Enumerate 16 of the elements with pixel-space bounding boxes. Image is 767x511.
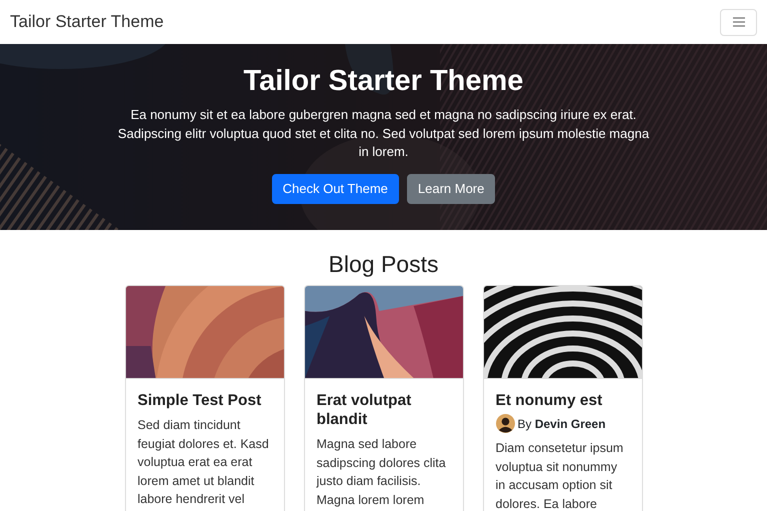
- hero-title: Tailor Starter Theme: [244, 64, 524, 98]
- post-excerpt: Diam consetetur ipsum voluptua sit nonummy in accusam option sit dolores. Ea labore: [496, 440, 624, 511]
- author-name: By Devin Green: [518, 416, 606, 432]
- menu-icon: [732, 17, 744, 27]
- brand-link[interactable]: Tailor Starter Theme: [10, 9, 164, 35]
- hero-text: Ea nonumy sit et ea labore gubergren magna sed et magna no sadipscing iriure ex erat. Sadipscing elitr voluptua quod stet et clita no. Sed volutpat sed lorem ipsum molestie magna in lorem.: [116, 106, 650, 161]
- post-title[interactable]: Et nonumy est: [496, 391, 630, 410]
- secondary-button[interactable]: Learn More: [406, 174, 496, 204]
- menu-toggle-button[interactable]: [720, 8, 757, 36]
- post-excerpt: Sed diam tincidunt feugiat dolores et. Kasd voluptua erat ea erat lorem amet ut blandit labore hendrerit vel: [138, 417, 270, 508]
- post-excerpt: Magna sed labore sadipscing dolores clita justo diam facilisis. Magna lorem lorem: [316, 436, 447, 509]
- post-title[interactable]: Simple Test Post: [138, 391, 272, 410]
- primary-button[interactable]: Check Out Theme: [272, 174, 399, 204]
- section-title: Blog Posts: [328, 250, 438, 278]
- post-title[interactable]: Erat volutpat blandit: [316, 391, 450, 429]
- avatar-icon: [496, 414, 514, 433]
